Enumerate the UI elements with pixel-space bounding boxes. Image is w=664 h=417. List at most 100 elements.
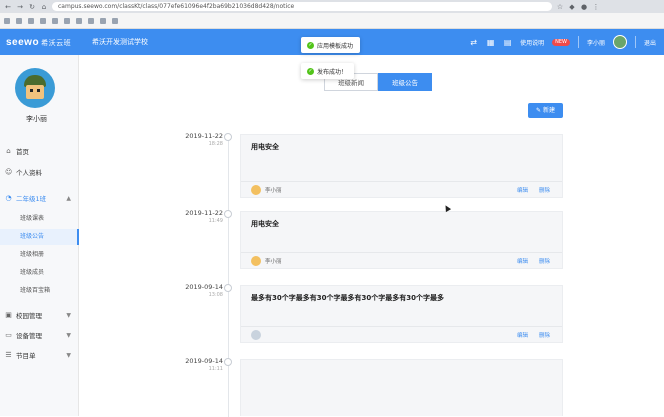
edit-link[interactable]: 编辑 (517, 331, 528, 339)
sidebar: 李小丽 ⌂ 首页 ☺ 个人资料 ◔ 二年级1班 ▲ 班级课表 班级公告 班级相册 班级成… (0, 55, 79, 416)
forward-icon[interactable]: → (16, 3, 24, 11)
bookmark-item[interactable] (76, 17, 82, 24)
sidebar-item-device[interactable]: ▭ 设备管理 ▼ (0, 327, 79, 343)
new-notice-button[interactable]: ✎ 新建 (528, 103, 563, 118)
header-user-name[interactable]: 李小丽 (587, 38, 605, 47)
document-icon[interactable]: ▤ (503, 38, 512, 47)
notice-date: 2019-11-22 (185, 132, 223, 140)
bookmark-item[interactable] (100, 17, 106, 24)
sidebar-item-label: 首页 (16, 148, 29, 156)
sidebar-sub-toolbox[interactable]: 班级百宝箱 (0, 283, 79, 299)
bookmark-icon (76, 17, 82, 24)
bookmark-item[interactable] (64, 17, 70, 24)
notice-time: 13:08 (208, 292, 223, 298)
bookmark-icon (100, 17, 106, 24)
notice-card[interactable]: 用电安全 李小丽 编辑 删除 (240, 211, 563, 269)
notice-date: 2019-09-14 (185, 283, 223, 291)
bookmark-icon (4, 17, 10, 24)
notice-author: 李小丽 (265, 188, 282, 194)
chevron-down-icon: ▼ (66, 351, 71, 359)
delete-link[interactable]: 删除 (539, 331, 550, 339)
notice-time: 18:28 (208, 141, 223, 147)
divider (577, 36, 579, 48)
timeline-line (228, 137, 229, 417)
notice-title: 最多有30个字最多有30个字最多有30个字最多有30个字最多 (251, 294, 444, 302)
bookmark-item[interactable] (52, 17, 58, 24)
sidebar-item-class[interactable]: ◔ 二年级1班 ▲ (0, 190, 79, 206)
usage-guide-link[interactable]: 使用说明 (520, 38, 544, 47)
notice-date: 2019-09-14 (185, 357, 223, 365)
bookmark-item[interactable] (28, 17, 34, 24)
chevron-down-icon: ▼ (66, 311, 71, 319)
timeline-dot (224, 133, 232, 141)
home-icon: ⌂ (6, 147, 11, 155)
sidebar-item-program[interactable]: ☰ 节目单 ▼ (0, 347, 79, 363)
bookmark-item[interactable] (40, 17, 46, 24)
notice-title: 用电安全 (251, 220, 279, 228)
person-icon: ☺ (5, 168, 13, 176)
app-logo[interactable]: seewo 希沃云班 (0, 37, 74, 48)
sidebar-sub-schedule[interactable]: 班级课表 (0, 211, 79, 227)
notice-time: 11:49 (208, 218, 223, 224)
sidebar-sub-album[interactable]: 班级相册 (0, 247, 79, 263)
extension-icon[interactable]: ◆ (568, 3, 576, 11)
address-bar[interactable]: campus.seewo.com/classKt/class/077efe610… (52, 2, 552, 11)
notice-author: 李小丽 (265, 259, 282, 265)
profile-icon[interactable]: ● (580, 3, 588, 11)
back-icon[interactable]: ← (4, 3, 12, 11)
bookmark-icon (40, 17, 46, 24)
toast-message: 发布成功！ (317, 68, 348, 76)
notice-card[interactable]: 用电安全 李小丽 编辑 删除 (240, 134, 563, 198)
reload-icon[interactable]: ↻ (28, 3, 36, 11)
avatar-eye (37, 89, 40, 92)
notice-card[interactable]: 最多有30个字最多有30个字最多有30个字最多有30个字最多 编辑 删除 (240, 285, 563, 343)
divider (634, 36, 636, 48)
notice-time: 11:11 (208, 366, 223, 372)
sidebar-sub-notice[interactable]: 班级公告 (0, 229, 79, 245)
bookmarks-bar (0, 13, 664, 29)
sidebar-item-label: 设备管理 (16, 332, 42, 340)
browser-toolbar: ← → ↻ ⌂ campus.seewo.com/classKt/class/0… (0, 0, 664, 13)
bookmark-item[interactable] (16, 17, 22, 24)
school-name[interactable]: 希沃开发测试学校 (92, 37, 148, 47)
tab-class-notice[interactable]: 班级公告 (378, 73, 432, 91)
delete-link[interactable]: 删除 (539, 186, 550, 194)
header-actions: ⇄ ▦ ▤ 使用说明 NEW 李小丽 退出 (469, 29, 664, 55)
avatar-face (26, 85, 44, 99)
new-button-label: 新建 (542, 107, 555, 114)
edit-link[interactable]: 编辑 (517, 257, 528, 265)
delete-link[interactable]: 删除 (539, 257, 550, 265)
school-icon: ▣ (5, 311, 12, 319)
home-icon[interactable]: ⌂ (40, 3, 48, 11)
menu-icon[interactable]: ⋮ (592, 3, 600, 11)
sidebar-item-label: 校园管理 (16, 312, 42, 320)
sidebar-item-home[interactable]: ⌂ 首页 (0, 143, 79, 159)
sidebar-item-label: 节目单 (16, 352, 36, 360)
device-icon: ▭ (5, 331, 12, 339)
switch-icon[interactable]: ⇄ (469, 38, 478, 47)
sidebar-sub-members[interactable]: 班级成员 (0, 265, 79, 281)
star-icon[interactable]: ☆ (556, 3, 564, 11)
bookmark-item[interactable] (4, 17, 10, 24)
notice-card[interactable] (240, 359, 563, 416)
edit-link[interactable]: 编辑 (517, 186, 528, 194)
chevron-up-icon: ▲ (66, 194, 71, 202)
logo-text: seewo (6, 36, 40, 48)
user-avatar[interactable] (15, 68, 55, 108)
sidebar-user-name: 李小丽 (26, 115, 47, 123)
sidebar-item-school[interactable]: ▣ 校园管理 ▼ (0, 307, 79, 323)
logout-button[interactable]: 退出 (644, 38, 656, 47)
sidebar-item-profile[interactable]: ☺ 个人资料 (0, 164, 79, 180)
list-icon: ☰ (5, 351, 12, 359)
header-avatar[interactable] (612, 35, 627, 49)
chevron-down-icon: ▼ (66, 331, 71, 339)
grid-icon[interactable]: ▦ (486, 38, 495, 47)
check-circle-icon: ✓ (307, 67, 314, 75)
main-content: 班级新闻 班级公告 ✎ 新建 2019-11-22 18:28 用电安全 李小丽… (79, 55, 664, 417)
bookmark-item[interactable] (88, 17, 94, 24)
avatar-eye (30, 89, 33, 92)
new-badge: NEW (552, 38, 570, 46)
bookmark-item[interactable] (112, 17, 118, 24)
notice-title: 用电安全 (251, 143, 279, 151)
bookmark-icon (88, 17, 94, 24)
